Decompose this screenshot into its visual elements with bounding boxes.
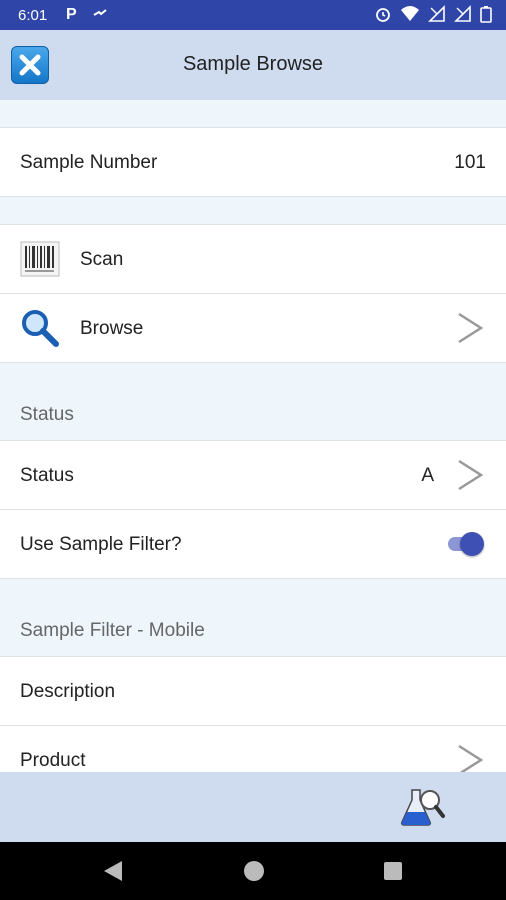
spacer: [0, 197, 506, 225]
battery-icon: [480, 6, 492, 23]
page-title: Sample Browse: [182, 53, 324, 75]
sample-number-value[interactable]: 101: [454, 152, 486, 174]
browse-row[interactable]: Browse: [0, 294, 506, 363]
sample-filter-row: Use Sample Filter?: [0, 510, 506, 579]
product-row[interactable]: Product: [0, 726, 506, 772]
filter-section-header: Sample Filter - Mobile: [0, 579, 506, 657]
wifi-icon: [401, 6, 419, 21]
sample-filter-label: Use Sample Filter?: [20, 534, 182, 555]
p-notification-icon: P: [66, 6, 77, 23]
form-list: Sample Number 101 Scan Browse Status Sta…: [0, 100, 506, 772]
alarm-icon: [376, 8, 390, 22]
status-label: Status: [20, 465, 74, 486]
bottom-bar: [0, 772, 506, 842]
sample-filter-toggle[interactable]: [444, 532, 484, 556]
barcode-icon: [20, 239, 60, 284]
status-section-header: Status: [0, 363, 506, 441]
status-time: 6:01: [18, 7, 48, 24]
status-icons: [374, 5, 492, 23]
chevron-right-icon: [456, 744, 484, 772]
spacer: [0, 100, 506, 128]
status-row[interactable]: Status A: [0, 441, 506, 510]
sample-number-label: Sample Number: [20, 152, 158, 173]
status-value: A: [421, 465, 434, 486]
description-label: Description: [20, 681, 116, 702]
scan-label: Scan: [80, 249, 124, 270]
home-nav-button[interactable]: [242, 859, 266, 888]
scan-row[interactable]: Scan: [0, 225, 506, 294]
signal-icon: [428, 5, 445, 22]
browse-label: Browse: [80, 318, 144, 339]
product-label: Product: [20, 750, 86, 771]
sample-number-row[interactable]: Sample Number 101: [0, 128, 506, 197]
flask-search-icon[interactable]: [400, 786, 446, 833]
status-bar: 6:01 P: [0, 0, 506, 30]
chevron-right-icon: [456, 312, 484, 349]
system-nav-bar: [0, 842, 506, 900]
signal-2-icon: [454, 5, 471, 22]
signal-dots-icon: [92, 5, 108, 24]
description-row[interactable]: Description: [0, 657, 506, 726]
toggle-knob: [460, 532, 484, 556]
chevron-right-icon: [456, 459, 484, 496]
back-nav-button[interactable]: [102, 859, 124, 888]
app-bar: Sample Browse: [0, 30, 506, 100]
filter-section-title: Sample Filter - Mobile: [20, 620, 205, 641]
magnifier-icon: [20, 308, 60, 353]
recents-nav-button[interactable]: [383, 859, 403, 888]
status-section-title: Status: [20, 404, 74, 425]
